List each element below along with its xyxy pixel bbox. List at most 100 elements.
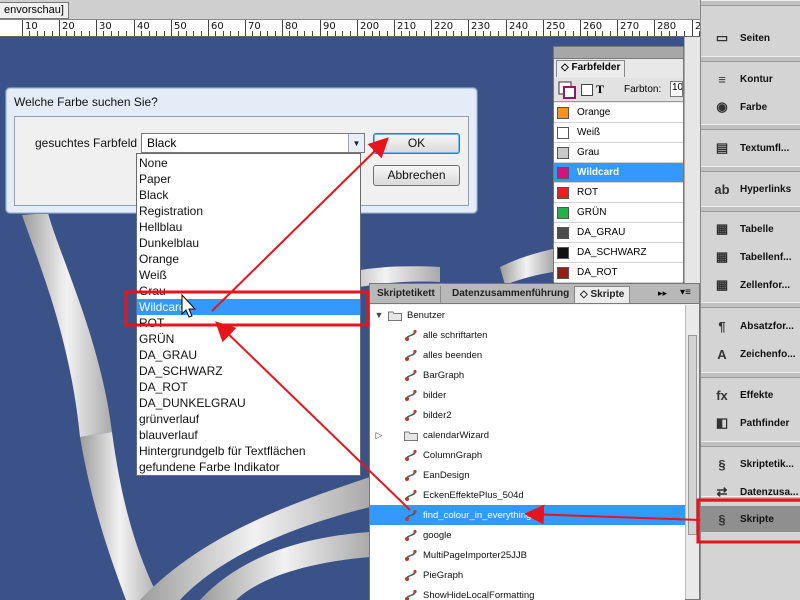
dropdown-option[interactable]: None: [137, 155, 360, 171]
script-row[interactable]: BarGraph: [370, 365, 685, 385]
tone-input[interactable]: 10: [670, 81, 683, 97]
swatch-select[interactable]: Black ▼: [141, 133, 365, 153]
script-icon: [404, 469, 418, 481]
swatch-row[interactable]: DA_ROT: [554, 263, 683, 283]
ruler-number: 80: [285, 21, 298, 32]
dock-item-tabellenf[interactable]: ▦ Tabellenf...: [701, 244, 800, 270]
script-icon: [404, 449, 418, 461]
dropdown-option[interactable]: DA_ROT: [137, 379, 360, 395]
dropdown-arrow-icon[interactable]: ▼: [348, 134, 364, 152]
dock-item-datenzusa[interactable]: ⇄ Datenzusa...: [701, 479, 800, 505]
dropdown-option[interactable]: Dunkelblau: [137, 235, 360, 251]
dock-separator: [701, 372, 800, 378]
dropdown-option[interactable]: Paper: [137, 171, 360, 187]
dropdown-option[interactable]: Hellblau: [137, 219, 360, 235]
dock-item-seiten[interactable]: ▭ Seiten: [701, 25, 800, 51]
dropdown-option[interactable]: Registration: [137, 203, 360, 219]
script-row[interactable]: alles beenden: [370, 345, 685, 365]
script-row[interactable]: find_colour_in_everything: [370, 505, 685, 525]
dropdown-option[interactable]: DA_GRAU: [137, 347, 360, 363]
dropdown-option[interactable]: Hintergrundgelb für Textflächen: [137, 443, 360, 459]
swatch-chip: [557, 106, 569, 119]
tab-data-merge[interactable]: Datenzusammenführung: [447, 286, 576, 303]
dropdown-option[interactable]: DA_DUNKELGRAU: [137, 395, 360, 411]
swatch-row[interactable]: GRÜN: [554, 203, 683, 223]
script-icon: [404, 489, 418, 501]
expanded-arrow-icon[interactable]: ▼: [374, 310, 384, 320]
swatch-row[interactable]: Weiß: [554, 123, 683, 143]
dock-item-skripte[interactable]: § Skripte: [701, 506, 800, 532]
dock-item-absatzfor[interactable]: ¶ Absatzfor...: [701, 313, 800, 339]
panel-menu-icon[interactable]: ▾≡: [680, 287, 691, 298]
ruler-minor-tick: [238, 31, 239, 36]
script-row[interactable]: PieGraph: [370, 565, 685, 585]
collapsed-arrow-icon[interactable]: ▷: [374, 430, 384, 441]
script-row[interactable]: EckenEffektePlus_504d: [370, 485, 685, 505]
dropdown-option[interactable]: Weiß: [137, 267, 360, 283]
dock-item-label: Zeichenfo...: [740, 348, 796, 360]
dock-item-hyperlinks[interactable]: ab Hyperlinks: [701, 176, 800, 202]
dropdown-option[interactable]: Grau: [137, 283, 360, 299]
script-row[interactable]: alle schriftarten: [370, 325, 685, 345]
dropdown-option[interactable]: Wildcard: [137, 299, 360, 315]
dock-item-zeichenfo[interactable]: A Zeichenfo...: [701, 341, 800, 367]
panel-collapse-icon[interactable]: ▸▸: [658, 288, 667, 299]
script-icon: [404, 509, 418, 521]
ruler-number: 220: [434, 21, 454, 32]
dock-item-label: Skripte: [740, 513, 774, 525]
dock-item-textumfl[interactable]: ▤ Textumfl...: [701, 135, 800, 161]
script-folder-row[interactable]: ▷ calendarWizard: [370, 425, 685, 445]
dock-item-tabelle[interactable]: ▦ Tabelle: [701, 216, 800, 242]
script-row[interactable]: google: [370, 525, 685, 545]
dock-item-effekte[interactable]: fx Effekte: [701, 382, 800, 408]
dropdown-option[interactable]: blauverlauf: [137, 427, 360, 443]
dock-item-skriptetik[interactable]: § Skriptetik...: [701, 451, 800, 477]
script-row[interactable]: bilder2: [370, 405, 685, 425]
swatches-tab[interactable]: ◇ Farbfelder: [556, 60, 626, 77]
script-row[interactable]: EanDesign: [370, 465, 685, 485]
dock-item-zellenfor[interactable]: ▦ Zellenfor...: [701, 272, 800, 298]
dock-item-kontur[interactable]: ≡ Kontur: [701, 66, 800, 92]
dropdown-option[interactable]: Orange: [137, 251, 360, 267]
script-folder-row[interactable]: ▼ Benutzer: [370, 305, 685, 325]
script-row[interactable]: bilder: [370, 385, 685, 405]
ok-button[interactable]: OK: [373, 133, 460, 154]
swatch-row[interactable]: DA_GRAU: [554, 223, 683, 243]
swatch-row[interactable]: Wildcard: [554, 163, 683, 183]
text-format-icon[interactable]: T: [596, 82, 604, 97]
script-row[interactable]: MultiPageImporter25JJB: [370, 545, 685, 565]
dropdown-option[interactable]: grünverlauf: [137, 411, 360, 427]
ruler-minor-tick: [684, 31, 685, 36]
dropdown-option[interactable]: gefundene Farbe Indikator: [137, 459, 360, 475]
tab-script-label[interactable]: Skriptetikett: [372, 286, 441, 303]
tone-label: Farbton:: [624, 84, 662, 95]
document-tab[interactable]: envorschau]: [0, 2, 69, 19]
container-format-icon[interactable]: [581, 84, 593, 96]
script-row[interactable]: ColumnGraph: [370, 445, 685, 465]
ruler-number: 20: [62, 21, 75, 32]
swatch-row[interactable]: Orange: [554, 103, 683, 123]
scrollbar-thumb[interactable]: [688, 335, 697, 535]
script-icon: [404, 369, 418, 381]
swatch-row[interactable]: DA_SCHWARZ: [554, 243, 683, 263]
scripts-scrollbar[interactable]: [685, 305, 699, 599]
ruler-tick: [22, 20, 23, 36]
cancel-button[interactable]: Abbrechen: [373, 165, 460, 186]
swatch-dropdown-list: None Paper Black Registration Hellblau Dunkel…: [136, 153, 361, 476]
dropdown-option[interactable]: DA_SCHWARZ: [137, 363, 360, 379]
dropdown-option[interactable]: GRÜN: [137, 331, 360, 347]
ruler-number: 50: [174, 21, 187, 32]
tab-scripts[interactable]: ◇ Skripte: [574, 286, 631, 303]
dock-separator: [701, 441, 800, 447]
script-name: EckenEffektePlus_504d: [423, 489, 524, 501]
fill-stroke-icon[interactable]: [558, 81, 576, 99]
swatches-panel-titlebar[interactable]: [554, 47, 683, 59]
dropdown-option[interactable]: ROT: [137, 315, 360, 331]
swatch-row[interactable]: ROT: [554, 183, 683, 203]
swatch-row[interactable]: Grau: [554, 143, 683, 163]
ruler-tick: [580, 20, 581, 36]
dropdown-option[interactable]: Black: [137, 187, 360, 203]
script-row[interactable]: ShowHideLocalFormatting: [370, 585, 685, 600]
dock-item-farbe[interactable]: ◉ Farbe: [701, 94, 800, 120]
dock-item-pathfinder[interactable]: ◧ Pathfinder: [701, 410, 800, 436]
